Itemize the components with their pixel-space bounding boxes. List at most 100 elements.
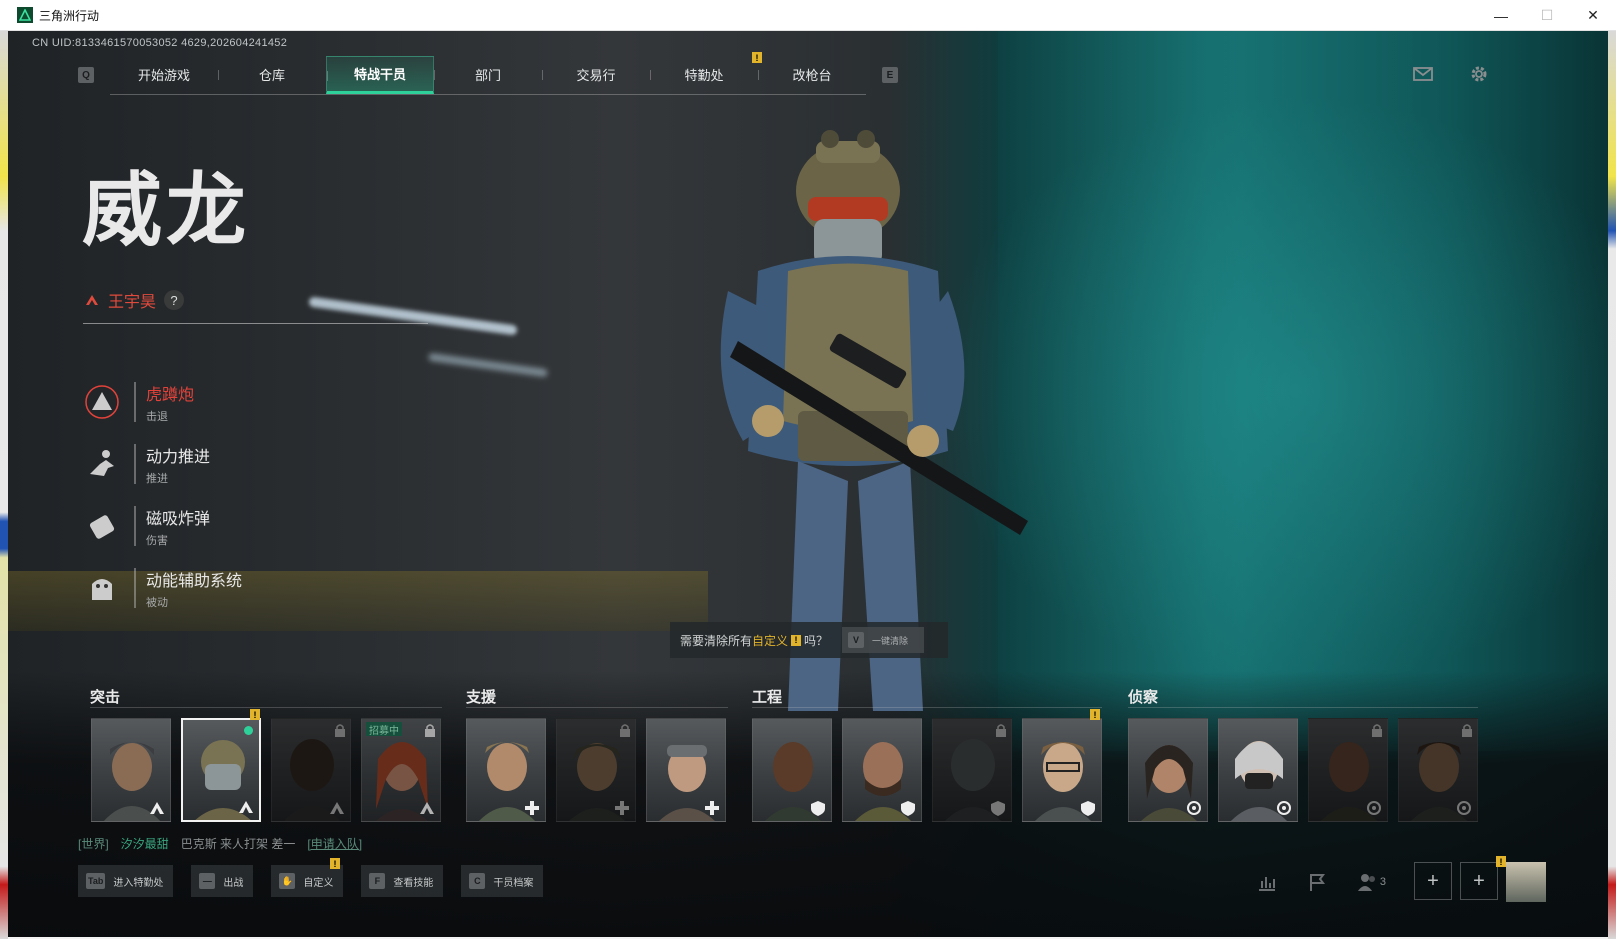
operator-card[interactable] [646, 718, 726, 822]
operator-card[interactable] [91, 718, 171, 822]
flag-icon[interactable] [1306, 871, 1328, 893]
customize-button[interactable]: ✋ 自定义 [271, 865, 344, 897]
class-label-engineer: 工程 [752, 689, 783, 706]
skill-type: 推进 [146, 472, 168, 485]
engineer-icon [991, 801, 1005, 816]
clear-custom-prompt: 需要清除所有 自定义 ! 吗？ V 一键清除 [670, 622, 948, 658]
avatar[interactable] [1506, 862, 1546, 902]
operator-card-recruiting[interactable]: 招募中 [361, 718, 441, 822]
engineer-icon [1081, 801, 1095, 816]
nav-prev-key[interactable]: Q [78, 67, 94, 83]
app-window: 三角洲行动 — ☐ ✕ CN UID:8133461570053052 4629… [0, 0, 1616, 939]
mortar-icon [80, 380, 124, 424]
stats-icon[interactable] [1256, 871, 1278, 893]
skill-item[interactable]: 动能辅助系统 被动 [80, 557, 242, 619]
prompt-text-accent: 自定义 [752, 633, 789, 648]
skill-item[interactable]: 虎蹲炮 击退 [80, 371, 242, 433]
operator-card-locked[interactable] [1308, 718, 1388, 822]
notification-badge: ! [752, 52, 762, 63]
nav-next-key[interactable]: E [882, 67, 898, 83]
tab-operators[interactable]: 特战干员 [326, 55, 434, 94]
skill-list: 虎蹲炮 击退 动力推进 推进 磁吸炸弹 伤害 动能辅助系统 被动 [80, 371, 242, 619]
lock-icon [620, 724, 630, 737]
recon-icon [1457, 801, 1471, 815]
operator-player-name: 王宇昊 [108, 294, 157, 311]
tab-department[interactable]: 部门 [434, 56, 542, 94]
background-window-edge-right [1608, 31, 1616, 939]
support-icon [525, 801, 539, 815]
chat-sender[interactable]: 汐汐最甜 [121, 835, 169, 852]
enter-special-service-button[interactable]: Tab 进入特勤处 [78, 865, 174, 897]
background-window-edge-left [0, 31, 8, 939]
action-label: 干员档案 [493, 877, 534, 889]
game-viewport: CN UID:8133461570053052 4629,20260424145… [8, 31, 1608, 937]
bomb-icon [80, 504, 124, 548]
view-skills-button[interactable]: F 查看技能 [361, 865, 444, 897]
close-button[interactable]: ✕ [1570, 0, 1616, 31]
tab-start-game[interactable]: 开始游戏 [110, 56, 218, 94]
engineer-icon [901, 801, 915, 816]
skill-type: 被动 [146, 596, 168, 609]
operator-card-locked[interactable] [1398, 718, 1478, 822]
action-label: 查看技能 [393, 877, 434, 889]
clear-all-label: 一键清除 [872, 635, 909, 646]
operator-profile-button[interactable]: C 干员档案 [461, 865, 544, 897]
gear-icon[interactable] [1468, 63, 1490, 85]
key-hint: C [469, 873, 486, 889]
squad-indicator[interactable]: 3 [1356, 871, 1386, 893]
operator-card-selected[interactable] [181, 718, 261, 822]
skill-item[interactable]: 动力推进 推进 [80, 433, 242, 495]
skill-item[interactable]: 磁吸炸弹 伤害 [80, 495, 242, 557]
key-hint: V [848, 632, 865, 648]
operator-card[interactable] [1218, 718, 1298, 822]
class-divider [1128, 707, 1478, 708]
add-teammate-button[interactable]: + [1460, 862, 1498, 900]
squad-icon [1357, 874, 1375, 891]
mail-icon[interactable] [1412, 63, 1434, 85]
lock-icon [1372, 724, 1382, 737]
operator-card[interactable] [1128, 718, 1208, 822]
operator-card[interactable] [466, 718, 546, 822]
deploy-button[interactable]: — 出战 [191, 865, 254, 897]
assault-icon [420, 802, 434, 814]
operator-card[interactable] [842, 718, 922, 822]
recruit-label: 招募中 [369, 725, 399, 737]
skill-divider [134, 506, 136, 546]
lock-icon [1462, 724, 1472, 737]
help-icon[interactable]: ? [164, 290, 185, 310]
top-navigation: Q 开始游戏 仓库 特战干员 部门 交易行 特勤处 改枪台 E [78, 55, 898, 95]
skill-type: 伤害 [146, 534, 168, 547]
maximize-button[interactable]: ☐ [1524, 0, 1570, 31]
operator-card[interactable] [1022, 718, 1102, 822]
background-light [428, 352, 548, 378]
recon-icon [1277, 801, 1291, 815]
operator-card[interactable] [752, 718, 832, 822]
key-hint: Tab [86, 873, 106, 889]
lock-icon [335, 724, 345, 737]
warning-badge: ! [791, 634, 802, 646]
operator-card-locked[interactable] [556, 718, 636, 822]
online-indicator [244, 726, 253, 735]
add-teammate-button[interactable]: + [1414, 862, 1452, 900]
tab-trading[interactable]: 交易行 [542, 56, 650, 94]
join-team-link[interactable]: [申请入队] [307, 835, 362, 852]
tab-warehouse[interactable]: 仓库 [218, 56, 326, 94]
recon-icon [1367, 801, 1381, 815]
class-label-assault: 突击 [90, 689, 121, 706]
divider [83, 323, 428, 324]
support-icon [615, 801, 629, 815]
operator-card-locked[interactable] [271, 718, 351, 822]
class-divider [752, 707, 1102, 708]
tab-special-service[interactable]: 特勤处 [650, 56, 758, 94]
window-title: 三角洲行动 [39, 8, 100, 23]
lock-icon [425, 724, 435, 737]
skill-name: 虎蹲炮 [146, 386, 195, 404]
skill-name: 磁吸炸弹 [146, 510, 211, 528]
notification-badge: ! [1496, 856, 1506, 867]
minimize-button[interactable]: — [1478, 0, 1524, 31]
tab-gunsmith[interactable]: 改枪台 [758, 56, 866, 94]
operator-card-locked[interactable] [932, 718, 1012, 822]
background-screen [998, 31, 1608, 751]
recon-icon [1187, 801, 1201, 815]
clear-all-button[interactable]: V 一键清除 [842, 627, 925, 653]
